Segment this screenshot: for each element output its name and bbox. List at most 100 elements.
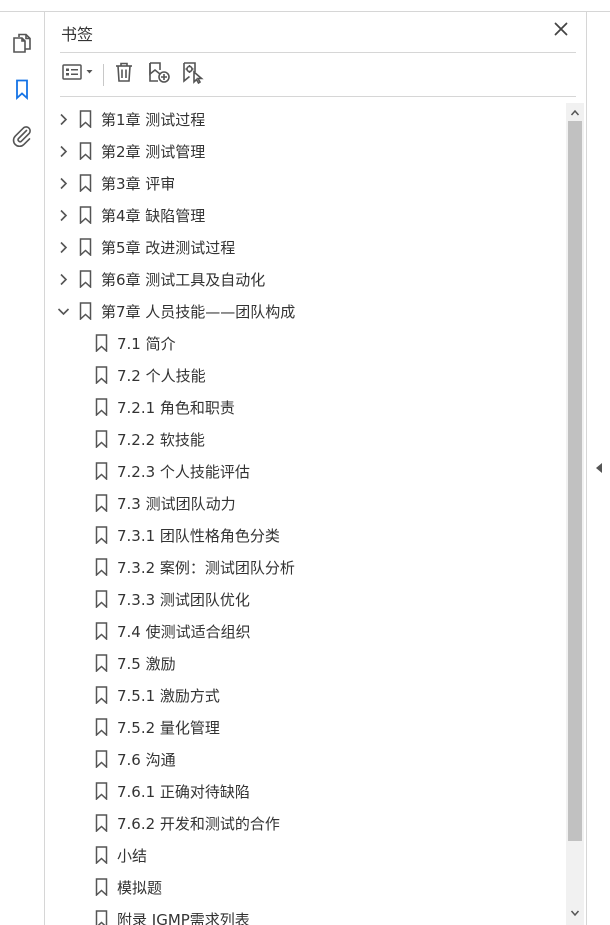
bookmark-icon	[94, 398, 108, 416]
bookmark-item[interactable]: 第3章 评审	[46, 167, 566, 199]
bookmark-icon	[78, 270, 92, 288]
chevron-up-icon	[570, 102, 580, 121]
bookmark-item[interactable]: 7.5 激励	[46, 647, 566, 679]
bookmark-icon	[78, 142, 92, 160]
bookmarks-icon	[10, 77, 34, 105]
bookmark-item[interactable]: 7.2.1 角色和职责	[46, 391, 566, 423]
bookmark-label: 7.6.1 正确对待缺陷	[117, 782, 250, 801]
bookmark-item[interactable]: 小结	[46, 839, 566, 871]
bookmarks-panel: 书签 第1章 测试过程 第2章 测试管理 第3章 评审 第4章 缺陷管理 第5章…	[46, 12, 586, 925]
bookmark-from-selection-button[interactable]	[178, 60, 208, 88]
options-menu-button[interactable]	[60, 60, 98, 88]
chevron-right-icon[interactable]	[56, 144, 70, 158]
bookmark-item[interactable]: 7.6.1 正确对待缺陷	[46, 775, 566, 807]
bookmark-icon	[94, 654, 108, 672]
bookmark-item[interactable]: 7.3.3 测试团队优化	[46, 583, 566, 615]
bookmark-label: 7.1 简介	[117, 334, 176, 353]
bookmark-icon	[78, 174, 92, 192]
bookmarks-window: 书签 第1章 测试过程 第2章 测试管理 第3章 评审 第4章 缺陷管理 第5章…	[0, 0, 610, 925]
options-menu-icon	[61, 62, 97, 86]
bookmark-label: 7.2 个人技能	[117, 366, 206, 385]
bookmark-item[interactable]: 7.1 简介	[46, 327, 566, 359]
chevron-right-icon[interactable]	[56, 240, 70, 254]
bookmark-icon	[94, 686, 108, 704]
bookmark-item[interactable]: 7.6 沟通	[46, 743, 566, 775]
navigation-rail	[0, 12, 45, 925]
bookmark-item[interactable]: 7.2 个人技能	[46, 359, 566, 391]
bookmark-icon	[78, 302, 92, 320]
bookmark-label: 7.6 沟通	[117, 750, 176, 769]
bookmark-icon	[94, 846, 108, 864]
bookmark-tree: 第1章 测试过程第2章 测试管理 第3章 评审第4章 缺陷管理第5章 改进测试过程…	[46, 103, 566, 925]
bookmark-item[interactable]: 模拟题	[46, 871, 566, 903]
bookmark-item[interactable]: 第2章 测试管理	[46, 135, 566, 167]
bookmark-icon	[94, 366, 108, 384]
bookmark-item[interactable]: 7.3.2 案例：测试团队分析	[46, 551, 566, 583]
bookmark-item[interactable]: 第7章 人员技能——团队构成	[46, 295, 566, 327]
bookmark-label: 第3章 评审	[101, 174, 176, 193]
bookmark-label: 7.5.2 量化管理	[117, 718, 220, 737]
bookmarks-button[interactable]	[8, 77, 36, 105]
bookmark-icon	[78, 238, 92, 256]
chevron-right-icon[interactable]	[56, 272, 70, 286]
attachments-button[interactable]	[8, 123, 36, 151]
scroll-down-button[interactable]	[566, 903, 584, 919]
bookmark-item[interactable]: 7.6.2 开发和测试的合作	[46, 807, 566, 839]
new-bookmark-icon	[146, 60, 172, 88]
bookmark-label: 7.4 使测试适合组织	[117, 622, 251, 641]
bookmark-item[interactable]: 7.2.2 软技能	[46, 423, 566, 455]
bookmark-item[interactable]: 7.5.1 激励方式	[46, 679, 566, 711]
bookmark-label: 7.2.1 角色和职责	[117, 398, 235, 417]
panel-collapse-strip	[586, 12, 610, 925]
bookmark-label: 第4章 缺陷管理	[101, 206, 206, 225]
bookmark-icon	[94, 814, 108, 832]
bookmark-label: 7.3.1 团队性格角色分类	[117, 526, 280, 545]
bookmark-label: 模拟题	[117, 878, 163, 897]
bookmark-item[interactable]: 7.4 使测试适合组织	[46, 615, 566, 647]
bookmark-from-selection-icon	[180, 60, 206, 88]
bookmark-icon	[94, 910, 108, 925]
bookmark-label: 小结	[117, 846, 148, 865]
scroll-up-button[interactable]	[566, 103, 584, 119]
bookmark-item[interactable]: 7.5.2 量化管理	[46, 711, 566, 743]
bookmark-icon	[94, 622, 108, 640]
chevron-right-icon[interactable]	[56, 112, 70, 126]
panel-title: 书签	[61, 25, 94, 44]
vertical-scrollbar[interactable]	[566, 103, 584, 925]
bookmark-label: 7.5.1 激励方式	[117, 686, 220, 705]
bookmark-item[interactable]: 7.2.3 个人技能评估	[46, 455, 566, 487]
bookmark-label: 7.2.2 软技能	[117, 430, 205, 449]
bookmark-item[interactable]: 第6章 测试工具及自动化	[46, 263, 566, 295]
bookmark-item[interactable]: 第4章 缺陷管理	[46, 199, 566, 231]
chevron-right-icon[interactable]	[56, 176, 70, 190]
bookmark-icon	[94, 750, 108, 768]
bookmark-item[interactable]: 7.3.1 团队性格角色分类	[46, 519, 566, 551]
bookmark-icon	[94, 430, 108, 448]
attachments-icon	[10, 123, 34, 151]
bookmark-item[interactable]: 7.3 测试团队动力	[46, 487, 566, 519]
bookmark-label: 7.2.3 个人技能评估	[117, 462, 250, 481]
bookmark-label: 第6章 测试工具及自动化	[101, 270, 266, 289]
bookmarks-toolbar	[60, 60, 576, 88]
bookmark-label: 7.3 测试团队动力	[117, 494, 236, 513]
chevron-right-icon[interactable]	[56, 208, 70, 222]
scroll-thumb[interactable]	[568, 121, 582, 841]
collapse-panel-button[interactable]	[593, 460, 605, 476]
delete-bookmark-button[interactable]	[110, 60, 138, 88]
bookmark-icon	[94, 558, 108, 576]
new-bookmark-button[interactable]	[144, 60, 174, 88]
bookmark-item[interactable]: 附录 IGMP需求列表	[46, 903, 566, 925]
bookmark-icon	[94, 462, 108, 480]
header-divider	[60, 52, 576, 53]
bookmark-label: 7.5 激励	[117, 654, 176, 673]
chevron-down-icon[interactable]	[56, 304, 70, 318]
bookmark-label: 7.3.2 案例：测试团队分析	[117, 558, 295, 577]
pages-icon	[10, 31, 34, 59]
bookmark-label: 第2章 测试管理	[101, 142, 206, 161]
chevron-down-icon	[570, 902, 580, 921]
bookmark-item[interactable]: 第1章 测试过程	[46, 103, 566, 135]
pages-button[interactable]	[8, 31, 36, 59]
bookmark-item[interactable]: 第5章 改进测试过程	[46, 231, 566, 263]
bookmark-icon	[94, 782, 108, 800]
close-button[interactable]	[549, 19, 573, 43]
